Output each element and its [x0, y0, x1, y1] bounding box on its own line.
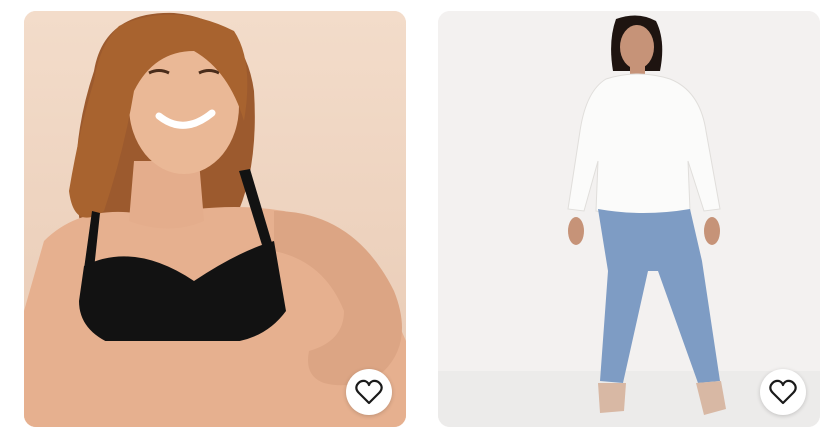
wishlist-button[interactable]	[346, 369, 392, 415]
product-image[interactable]	[438, 11, 820, 427]
product-image[interactable]	[24, 11, 406, 427]
heart-outline-icon	[355, 379, 383, 405]
product-card[interactable]	[24, 11, 406, 427]
product-card[interactable]	[438, 11, 820, 427]
wishlist-button[interactable]	[760, 369, 806, 415]
heart-outline-icon	[769, 379, 797, 405]
product-grid	[0, 0, 827, 430]
